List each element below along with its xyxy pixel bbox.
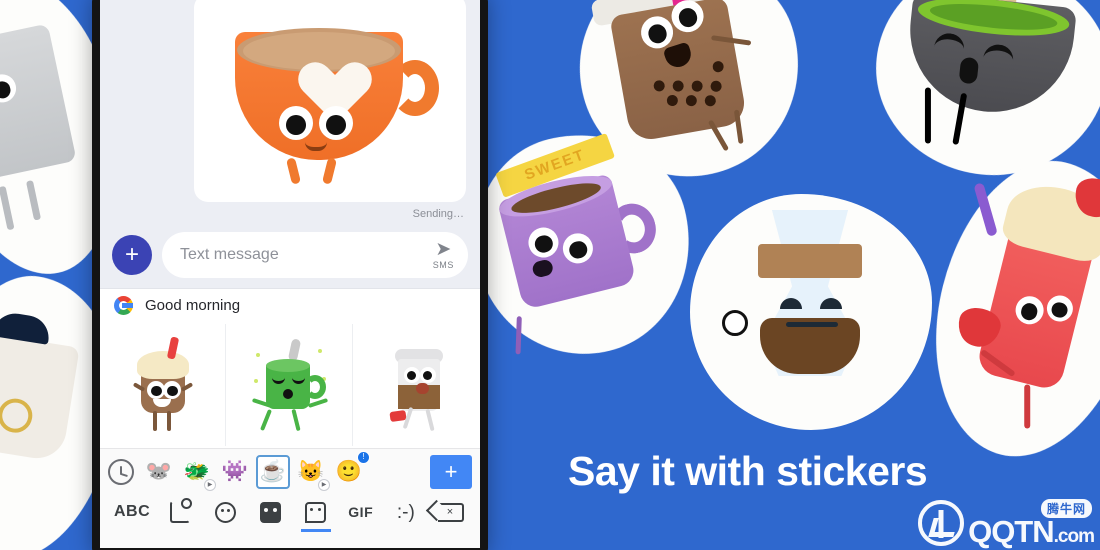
- add-sticker-pack-button[interactable]: +: [430, 454, 472, 489]
- sticker-pack-minnie[interactable]: 🐭: [142, 455, 176, 489]
- minnie-pack-icon: 🐭: [145, 460, 173, 483]
- chemex-sticker: [690, 194, 932, 430]
- key-gif[interactable]: GIF: [346, 495, 376, 529]
- strawberry-smoothie-sticker: [906, 140, 1100, 479]
- image-search-icon: [170, 498, 193, 523]
- play-icon: ▶: [318, 478, 330, 491]
- green-tea-mug-sticker[interactable]: [227, 324, 354, 446]
- key-stickers[interactable]: [301, 495, 331, 529]
- send-plane-icon: ➤: [435, 239, 452, 260]
- sticker-suggestion-row: [100, 322, 480, 448]
- message-composer: + Text message ➤ SMS: [100, 224, 480, 288]
- keyboard-bottom-bar: ABC GIF:-) ×: [100, 494, 480, 534]
- emoticon-icon: :-): [396, 501, 415, 523]
- message-input-placeholder: Text message: [180, 246, 279, 263]
- clock-icon[interactable]: [108, 458, 134, 485]
- phone-screen: Sending… + Text message ➤ SMS Good morni…: [100, 0, 480, 548]
- plus-icon: +: [444, 458, 458, 484]
- sticker-pack-monsters[interactable]: 👾: [218, 455, 252, 489]
- monsters-pack-icon: 👾: [221, 460, 249, 483]
- sticker-pack-coffee[interactable]: ☕: [256, 454, 290, 489]
- latte-heart-sticker: [223, 14, 439, 185]
- sticker-pack-row: 🐭 🐲 ▶ 👾 ☕ 😺 ▶ 🙂 ! +: [100, 448, 480, 494]
- coffee-pack-icon: ☕: [259, 460, 287, 483]
- google-g-icon: [114, 296, 133, 315]
- watermark-brand-text: QQTN: [968, 513, 1055, 549]
- backspace-icon: ×: [437, 502, 464, 522]
- phone-mockup: Sending… + Text message ➤ SMS Good morni…: [92, 0, 488, 550]
- sticker-pack-dragon[interactable]: 🐲 ▶: [180, 455, 216, 491]
- key-emoticon[interactable]: :-): [391, 495, 421, 529]
- page-title: Say it with stickers: [568, 448, 928, 494]
- sticker-keyboard: 🐭 🐲 ▶ 👾 ☕ 😺 ▶ 🙂 ! + ABC GIF:-) ×: [100, 448, 480, 548]
- send-button[interactable]: ➤ SMS: [433, 240, 458, 270]
- frappe-sticker[interactable]: [100, 324, 226, 446]
- message-status: Sending…: [412, 208, 464, 220]
- new-badge: !: [357, 450, 370, 464]
- sticker-pack-blob[interactable]: 😺 ▶: [294, 455, 330, 491]
- play-icon: ▶: [204, 478, 216, 491]
- smart-reply-suggestion[interactable]: Good morning: [100, 288, 480, 322]
- outgoing-sticker-bubble[interactable]: [194, 0, 466, 202]
- suggestion-text: Good morning: [145, 297, 241, 314]
- watermark-cn-label: 腾牛网: [1040, 498, 1092, 518]
- clock-icon: [722, 310, 748, 336]
- gif-icon: GIF: [348, 504, 374, 520]
- key-abc[interactable]: ABC: [114, 495, 150, 529]
- promo-screenshot: SWEET Say it with stickers 腾牛网 QQTN.com …: [0, 0, 1100, 550]
- plus-icon: +: [124, 241, 139, 268]
- conversation-area: Sending…: [100, 0, 480, 224]
- sticker-pack-avatar[interactable]: 🙂 !: [332, 450, 370, 489]
- sticker-icon: [305, 501, 327, 523]
- bitmoji-icon: [260, 501, 281, 523]
- key-bitmoji[interactable]: [256, 495, 286, 529]
- key-backspace[interactable]: ×: [436, 495, 466, 529]
- emoji-smiley-icon: [214, 501, 236, 523]
- watermark-domain-text: .com: [1053, 525, 1095, 547]
- attach-button[interactable]: +: [112, 235, 152, 275]
- avatar-pack-icon: 🙂: [335, 460, 363, 483]
- message-input-field[interactable]: Text message ➤ SMS: [162, 232, 468, 278]
- abc-icon: ABC: [114, 503, 151, 520]
- watermark-brand: QQTN.com: [968, 513, 1095, 549]
- matcha-bowl-sticker: [865, 0, 1100, 187]
- togo-coffee-sticker[interactable]: [355, 324, 480, 446]
- key-emoji[interactable]: [210, 495, 240, 529]
- qqtn-watermark: 腾牛网 QQTN.com: [918, 498, 1095, 549]
- nav-bar: [100, 534, 480, 548]
- send-mode-label: SMS: [432, 260, 454, 270]
- key-image-search[interactable]: [165, 495, 195, 529]
- qqtn-logo-icon: [918, 500, 965, 546]
